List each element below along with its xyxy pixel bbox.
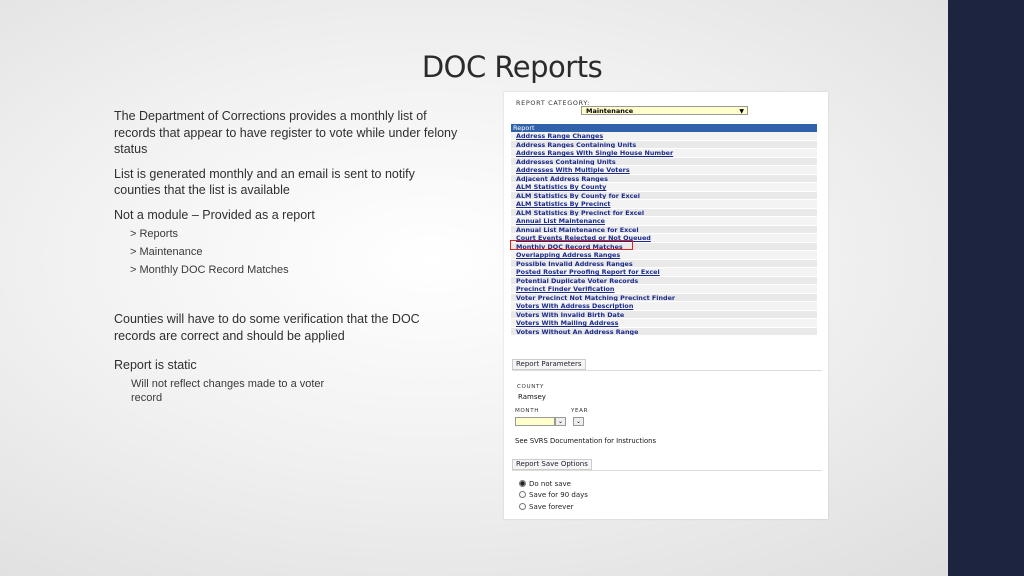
slide-title: DOC Reports — [421, 50, 603, 84]
paragraph-verification: Counties will have to do some verificati… — [114, 312, 420, 343]
report-save-options-label: Report Save Options — [512, 459, 592, 470]
radio-label: Save for 90 days — [529, 491, 588, 499]
paragraph-static-detail: Will not reflect changes made to a voter… — [131, 377, 325, 404]
category-value: Maintenance — [586, 107, 634, 115]
path-step-maintenance: > Maintenance — [130, 246, 203, 258]
county-label: County — [517, 384, 545, 390]
report-link[interactable]: ALM Statistics By County — [511, 183, 817, 192]
report-link[interactable]: Potential Duplicate Voter Records — [511, 276, 817, 285]
report-link[interactable]: Voters With Invalid Birth Date — [511, 310, 817, 319]
report-screenshot: Report Category: Maintenance ▼ Report Ad… — [504, 92, 828, 519]
report-list: Address Range Changes Address Ranges Con… — [511, 132, 817, 336]
radio-label: Do not save — [529, 480, 571, 488]
report-link[interactable]: Precinct Finder Verification — [511, 285, 817, 294]
report-link[interactable]: Annual List Maintenance for Excel — [511, 225, 817, 234]
category-label: Report Category: — [516, 99, 590, 107]
paragraph-doc-list: The Department of Corrections provides a… — [114, 109, 458, 156]
report-link[interactable]: Address Range Changes — [511, 132, 817, 141]
radio-icon — [519, 503, 526, 510]
radio-icon — [519, 491, 526, 498]
report-link[interactable]: Possible Invalid Address Ranges — [511, 259, 817, 268]
report-link[interactable]: ALM Statistics By Precinct for Excel — [511, 208, 817, 217]
report-link[interactable]: ALM Statistics By County for Excel — [511, 191, 817, 200]
report-link[interactable]: Addresses With Multiple Voters — [511, 166, 817, 175]
report-link[interactable]: Voters With Mailing Address — [511, 319, 817, 328]
report-link[interactable]: Overlapping Address Ranges — [511, 251, 817, 260]
report-link[interactable]: Address Ranges Containing Units — [511, 140, 817, 149]
month-label: Month — [515, 408, 540, 414]
highlight-box — [510, 240, 633, 250]
radio-label: Save forever — [529, 503, 574, 511]
report-link[interactable]: Annual List Maintenance — [511, 217, 817, 226]
report-link[interactable]: Addresses Containing Units — [511, 157, 817, 166]
documentation-note: See SVRS Documentation for Instructions — [515, 437, 656, 445]
paragraph-monthly: List is generated monthly and an email i… — [114, 166, 415, 198]
report-link[interactable]: ALM Statistics By Precinct — [511, 200, 817, 209]
report-link[interactable]: Voters With Address Description — [511, 302, 817, 311]
paragraph-static: Report is static — [114, 358, 197, 372]
path-step-doc-matches: > Monthly DOC Record Matches — [130, 264, 289, 276]
radio-do-not-save[interactable]: Do not save — [519, 480, 571, 488]
month-select[interactable] — [515, 417, 555, 426]
path-step-reports: > Reports — [130, 228, 178, 240]
report-list-header: Report — [511, 124, 817, 132]
radio-save-90-days[interactable]: Save for 90 days — [519, 491, 588, 499]
report-link[interactable]: Voter Precinct Not Matching Precinct Fin… — [511, 293, 817, 302]
report-link[interactable]: Adjacent Address Ranges — [511, 174, 817, 183]
slide-body: The Department of Corrections provides a… — [114, 108, 464, 405]
year-label: Year — [571, 408, 589, 414]
radio-selected-icon — [519, 480, 526, 487]
radio-save-forever[interactable]: Save forever — [519, 503, 574, 511]
report-link[interactable]: Voters Without An Address Range — [511, 327, 817, 336]
category-select[interactable]: Maintenance ▼ — [581, 106, 748, 115]
report-parameters-label: Report Parameters — [512, 359, 586, 370]
side-accent-band — [948, 0, 1024, 576]
dropdown-arrow-icon: ▼ — [739, 108, 744, 115]
year-dropdown-icon[interactable]: ⌄ — [573, 417, 584, 426]
divider — [512, 370, 822, 371]
county-value: Ramsey — [518, 393, 546, 401]
divider — [512, 470, 822, 471]
report-link[interactable]: Posted Roster Proofing Report for Excel — [511, 268, 817, 277]
paragraph-not-module: Not a module – Provided as a report — [114, 207, 315, 222]
report-link[interactable]: Address Ranges With Single House Number — [511, 149, 817, 158]
month-dropdown-icon[interactable]: ⌄ — [555, 417, 566, 426]
